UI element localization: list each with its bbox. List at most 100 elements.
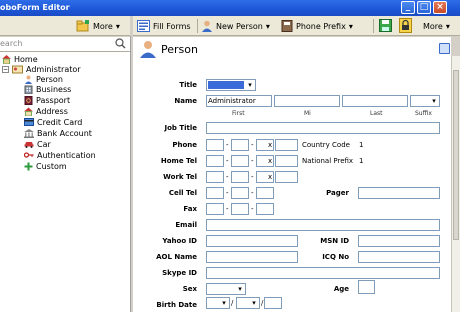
home-dash: - <box>226 157 229 165</box>
cell-tel-prefix-field[interactable] <box>231 187 249 199</box>
chevron-down-icon: ▾ <box>265 21 270 31</box>
person-icon <box>140 41 156 58</box>
tree-item-administrator[interactable]: − Administrator <box>2 64 81 74</box>
tree-item-address[interactable]: Address <box>24 106 68 116</box>
first-name-field[interactable]: Administrator <box>206 95 272 107</box>
left-toolbar: More ▾ <box>0 16 130 36</box>
fax-line-field[interactable] <box>256 203 274 215</box>
maximize-button[interactable]: □ <box>417 1 431 14</box>
phone-label: Phone <box>172 141 197 149</box>
work-ext-x: x <box>268 173 273 181</box>
credit-card-icon <box>24 118 34 126</box>
home-tel-prefix-field[interactable] <box>231 155 249 167</box>
icq-no-field[interactable] <box>358 251 440 263</box>
fill-forms-icon <box>137 20 150 32</box>
tree-item-credit-card[interactable]: Credit Card <box>24 117 82 127</box>
search-input[interactable]: earch <box>0 37 130 52</box>
tree-label-administrator: Administrator <box>26 64 81 74</box>
work-tel-prefix-field[interactable] <box>231 171 249 183</box>
scrollbar-thumb[interactable] <box>453 70 459 240</box>
panel-options-icon[interactable] <box>439 43 450 54</box>
tree-item-car[interactable]: Car <box>24 139 51 149</box>
tree-label-person: Person <box>36 74 63 84</box>
sex-select[interactable]: ▾ <box>206 283 246 295</box>
msn-id-field[interactable] <box>358 235 440 247</box>
close-button[interactable]: × <box>433 1 447 14</box>
fill-forms-button[interactable]: Fill Forms <box>137 18 191 34</box>
skype-id-field[interactable] <box>206 267 440 279</box>
home-dash-2: - <box>251 157 254 165</box>
right-more-button[interactable]: More ▾ <box>423 18 450 34</box>
tree-label-address: Address <box>36 106 68 116</box>
home-tel-ext-field[interactable] <box>275 155 298 167</box>
phone-area-field[interactable] <box>206 139 224 151</box>
fax-label: Fax <box>183 205 197 213</box>
tree-item-person[interactable]: Person <box>24 74 63 84</box>
title-select[interactable]: ▾ <box>206 79 256 91</box>
house-icon <box>24 107 33 116</box>
work-tel-area-field[interactable] <box>206 171 224 183</box>
suffix-caption: Suffix <box>415 110 432 117</box>
name-label: Name <box>174 97 197 105</box>
home-ext-x: x <box>268 157 273 165</box>
chevron-down-icon: ▾ <box>219 298 229 308</box>
search-icon[interactable] <box>115 38 126 49</box>
tree-label-business: Business <box>36 84 72 94</box>
work-tel-label: Work Tel <box>163 173 197 181</box>
tree-label-custom: Custom <box>36 161 67 171</box>
building-icon <box>24 85 33 94</box>
tree-item-passport[interactable]: Passport <box>24 95 70 105</box>
first-caption: First <box>232 110 245 117</box>
birth-year-field[interactable] <box>264 297 282 309</box>
car-icon <box>24 142 34 148</box>
aol-name-field[interactable] <box>206 251 298 263</box>
tree-label-passport: Passport <box>36 95 71 105</box>
email-label: Email <box>175 221 197 229</box>
bank-icon <box>24 128 34 138</box>
birth-day-select[interactable]: ▾ <box>236 297 260 309</box>
age-field[interactable] <box>358 280 375 294</box>
fax-dash: - <box>226 205 229 213</box>
email-field[interactable] <box>206 219 440 231</box>
last-name-field[interactable] <box>342 95 408 107</box>
cell-tel-area-field[interactable] <box>206 187 224 199</box>
home-icon <box>2 54 11 64</box>
vertical-scrollbar[interactable] <box>451 56 460 312</box>
fax-prefix-field[interactable] <box>231 203 249 215</box>
tree-item-authentication[interactable]: Authentication <box>24 150 96 160</box>
suffix-select[interactable]: ▾ <box>410 95 440 107</box>
passport-icon <box>24 95 33 105</box>
save-icon[interactable] <box>379 19 392 32</box>
title-label: Title <box>179 81 197 89</box>
person-form-panel: Person Title ▾ Name Administrator ▾ Firs… <box>133 37 451 312</box>
tree-item-business[interactable]: Business <box>24 84 71 94</box>
page-title: Person <box>161 43 198 56</box>
tree-item-bank-account[interactable]: Bank Account <box>24 128 92 138</box>
cell-tel-line-field[interactable] <box>256 187 274 199</box>
job-title-field[interactable] <box>206 122 440 134</box>
phone-ext-field[interactable] <box>275 139 298 151</box>
title-bar: oboForm Editor _ □ × <box>0 0 460 16</box>
fax-area-field[interactable] <box>206 203 224 215</box>
yahoo-id-field[interactable] <box>206 235 298 247</box>
new-person-button[interactable]: New Person ▾ <box>201 18 270 34</box>
new-person-label: New Person <box>216 21 263 31</box>
left-more-button[interactable]: More ▾ <box>76 18 120 34</box>
tree-item-home[interactable]: Home <box>2 54 38 64</box>
work-tel-ext-field[interactable] <box>275 171 298 183</box>
tree-item-custom[interactable]: Custom <box>24 161 67 171</box>
birth-slash-2: / <box>261 299 264 307</box>
minimize-button[interactable]: _ <box>401 1 415 14</box>
middle-initial-field[interactable] <box>274 95 340 107</box>
phone-prefix-field[interactable] <box>231 139 249 151</box>
person-icon <box>25 75 32 84</box>
chevron-down-icon: ▾ <box>445 21 450 31</box>
birth-month-select[interactable]: ▾ <box>206 297 230 309</box>
lock-icon[interactable] <box>399 18 412 33</box>
phone-prefix-button[interactable]: Phone Prefix ▾ <box>281 18 353 34</box>
tree-label-bank-account: Bank Account <box>37 128 92 138</box>
birth-date-label: Birth Date <box>156 301 197 309</box>
home-tel-area-field[interactable] <box>206 155 224 167</box>
country-code-label: Country Code <box>302 141 350 149</box>
pager-field[interactable] <box>358 187 440 199</box>
